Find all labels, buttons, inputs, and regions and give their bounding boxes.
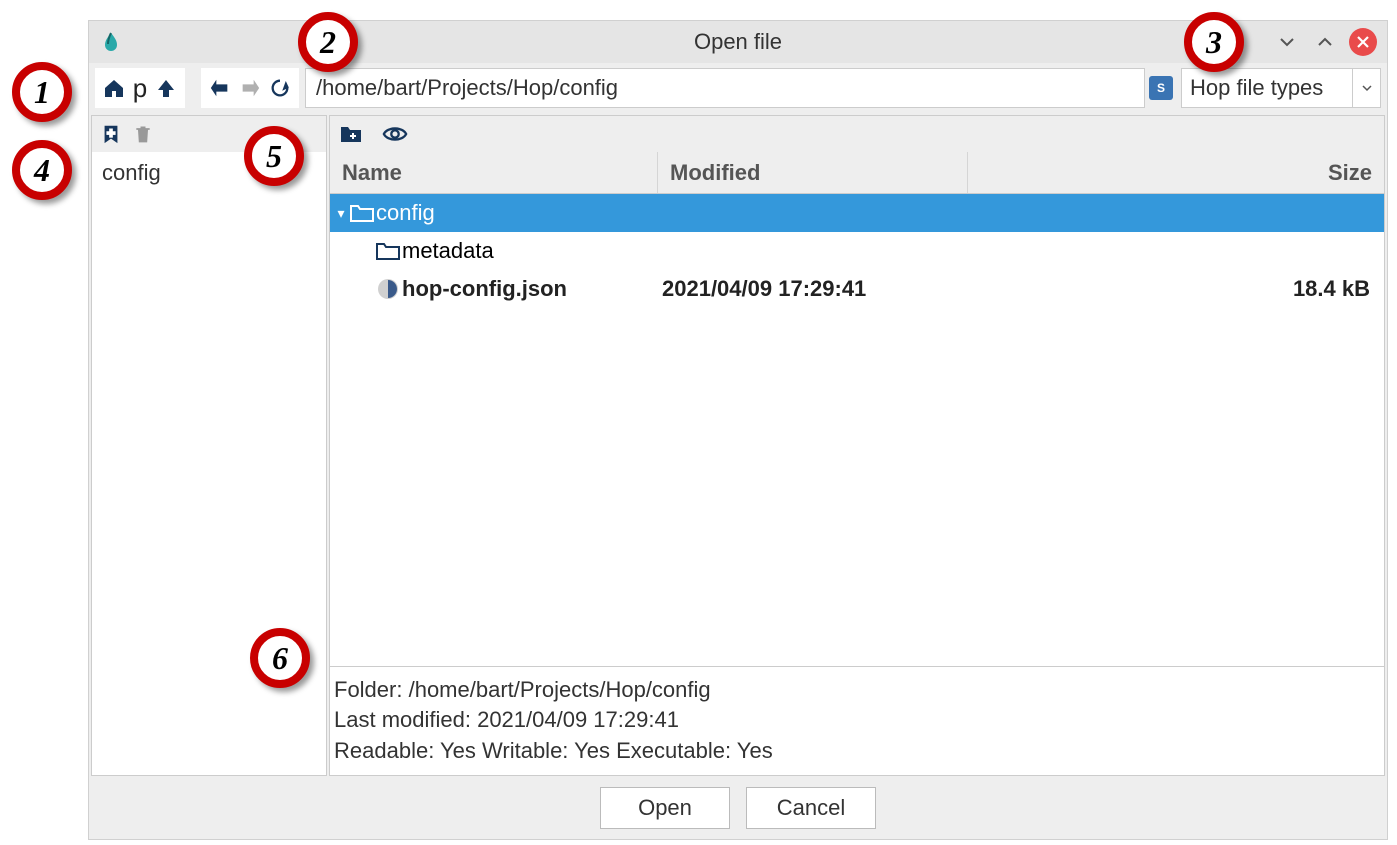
- back-icon[interactable]: [205, 73, 235, 103]
- table-header: Name Modified Size: [330, 152, 1384, 194]
- project-home-icon[interactable]: p: [129, 73, 151, 103]
- refresh-icon[interactable]: [265, 73, 295, 103]
- column-name[interactable]: Name: [330, 152, 658, 193]
- folder-icon: [374, 241, 402, 261]
- folder-icon: [348, 203, 376, 223]
- new-folder-button[interactable]: [338, 121, 364, 147]
- row-name: hop-config.json: [402, 276, 567, 302]
- info-modified: Last modified: 2021/04/09 17:29:41: [334, 705, 1380, 736]
- up-icon[interactable]: [151, 73, 181, 103]
- chevron-down-icon[interactable]: [1352, 69, 1380, 107]
- table-row[interactable]: ▾ config: [330, 194, 1384, 232]
- info-panel: Folder: /home/bart/Projects/Hop/config L…: [330, 666, 1384, 775]
- row-name: metadata: [402, 238, 494, 264]
- history-group: [201, 68, 299, 108]
- cancel-button[interactable]: Cancel: [746, 787, 876, 829]
- content-toolbar: [330, 116, 1384, 152]
- app-icon: [99, 30, 123, 54]
- home-icon[interactable]: [99, 73, 129, 103]
- svg-text:S: S: [1157, 81, 1165, 95]
- path-input[interactable]: [305, 68, 1145, 108]
- callout-3: 3: [1184, 12, 1244, 72]
- minimize-button[interactable]: [1273, 28, 1301, 56]
- delete-bookmark-button[interactable]: [130, 121, 156, 147]
- row-modified: 2021/04/09 17:29:41: [662, 276, 866, 302]
- close-button[interactable]: [1349, 28, 1377, 56]
- button-bar: Open Cancel: [89, 778, 1387, 838]
- row-size: 18.4 kB: [1293, 276, 1370, 302]
- variable-button[interactable]: S: [1149, 76, 1173, 100]
- file-table: ▾ config metadata: [330, 194, 1384, 666]
- forward-icon[interactable]: [235, 73, 265, 103]
- filter-label: Hop file types: [1182, 75, 1352, 101]
- show-hidden-button[interactable]: [382, 121, 408, 147]
- open-button[interactable]: Open: [600, 787, 730, 829]
- maximize-button[interactable]: [1311, 28, 1339, 56]
- callout-1: 1: [12, 62, 72, 122]
- callout-4: 4: [12, 140, 72, 200]
- table-row[interactable]: hop-config.json 2021/04/09 17:29:41 18.4…: [330, 270, 1384, 308]
- file-type-filter[interactable]: Hop file types: [1181, 68, 1381, 108]
- callout-6: 6: [250, 628, 310, 688]
- home-group: p: [95, 68, 185, 108]
- add-bookmark-button[interactable]: [98, 121, 124, 147]
- dialog-title: Open file: [694, 29, 782, 55]
- row-name: config: [376, 200, 435, 226]
- file-icon: [374, 277, 402, 301]
- column-modified[interactable]: Modified: [658, 152, 968, 193]
- column-size[interactable]: Size: [968, 152, 1384, 193]
- nav-toolbar: p S Hop file types: [89, 63, 1387, 113]
- callout-5: 5: [244, 126, 304, 186]
- callout-2: 2: [298, 12, 358, 72]
- window-controls: [1273, 28, 1377, 56]
- info-permissions: Readable: Yes Writable: Yes Executable: …: [334, 736, 1380, 767]
- file-list-panel: Name Modified Size ▾ config: [329, 115, 1385, 776]
- collapse-icon[interactable]: ▾: [334, 205, 348, 222]
- info-folder: Folder: /home/bart/Projects/Hop/config: [334, 675, 1380, 706]
- table-row[interactable]: metadata: [330, 232, 1384, 270]
